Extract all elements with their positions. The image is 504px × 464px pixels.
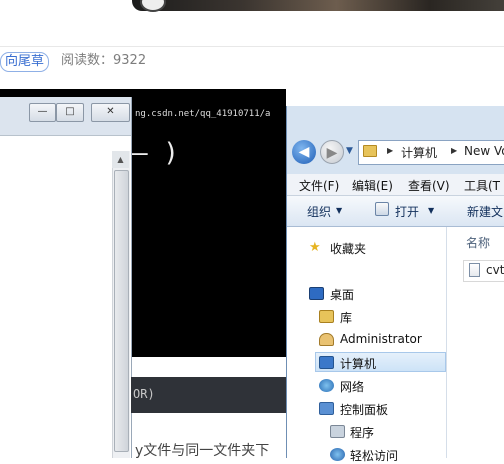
nav-item-computer-selected[interactable] — [315, 352, 446, 372]
accessibility-icon — [330, 448, 345, 461]
nav-item-control-panel[interactable]: 控制面板 — [340, 401, 388, 418]
star-icon: ★ — [309, 240, 321, 255]
nav-item-desktop[interactable]: 桌面 — [330, 286, 354, 303]
computer-icon — [319, 356, 334, 369]
nav-item-favorites[interactable]: 收藏夹 — [330, 240, 366, 257]
top-banner-image — [132, 0, 504, 11]
divider — [0, 46, 504, 47]
menu-tools[interactable]: 工具(T — [464, 177, 500, 194]
watermark-url-text: ng.csdn.net/qq_41910711/a — [135, 109, 271, 119]
minimize-button[interactable]: — — [29, 103, 56, 122]
forward-button[interactable]: ▶ — [320, 140, 344, 164]
column-header-name[interactable]: 名称 — [466, 234, 490, 251]
nav-item-administrator[interactable]: Administrator — [340, 332, 422, 346]
author-tag[interactable]: 向尾草 — [0, 52, 50, 72]
breadcrumb-folder[interactable]: New Vo — [464, 144, 504, 158]
menu-view[interactable]: 查看(V) — [408, 177, 450, 194]
chevron-down-icon[interactable]: ▼ — [336, 206, 342, 215]
organize-button[interactable]: 组织 — [307, 203, 331, 220]
nav-item-computer[interactable]: 计算机 — [340, 355, 376, 372]
chevron-down-icon[interactable]: ▼ — [428, 206, 434, 215]
open-button[interactable]: 打开 — [395, 203, 419, 220]
breadcrumb-arrow-icon[interactable]: ▶ — [387, 146, 393, 155]
breadcrumb-computer[interactable]: 计算机 — [401, 144, 437, 161]
nav-item-library[interactable]: 库 — [340, 309, 352, 326]
nav-item-network[interactable]: 网络 — [340, 378, 364, 395]
new-folder-button[interactable]: 新建文 — [467, 203, 503, 220]
close-button[interactable]: ✕ — [91, 103, 130, 122]
library-icon — [319, 310, 334, 323]
nav-item-programs[interactable]: 程序 — [350, 424, 374, 441]
programs-icon — [330, 425, 345, 438]
file-name[interactable]: cvt — [486, 263, 504, 277]
desktop-icon — [309, 287, 324, 300]
menu-file[interactable]: 文件(F) — [299, 177, 339, 194]
scroll-up-icon[interactable]: ▲ — [112, 151, 129, 168]
scrollbar-thumb[interactable] — [114, 170, 129, 452]
recent-pages-dropdown-icon[interactable]: ▼ — [346, 146, 353, 156]
menu-edit[interactable]: 编辑(E) — [352, 177, 393, 194]
breadcrumb-arrow-icon[interactable]: ▶ — [451, 146, 457, 155]
code-text: OR) — [133, 387, 155, 401]
open-icon[interactable] — [375, 202, 389, 216]
read-count: 阅读数：9322 — [61, 53, 147, 68]
maximize-button[interactable]: □ — [56, 103, 84, 122]
file-icon — [469, 263, 480, 277]
terminal-text: — ) — [132, 138, 179, 168]
network-icon — [319, 379, 334, 392]
folder-icon — [363, 145, 377, 157]
user-folder-icon — [319, 333, 334, 346]
control-panel-icon — [319, 402, 334, 415]
nav-item-accessibility[interactable]: 轻松访问 — [350, 447, 398, 464]
article-text: y文件与同一文件夹下 — [135, 443, 270, 459]
back-button[interactable]: ◀ — [292, 140, 316, 164]
